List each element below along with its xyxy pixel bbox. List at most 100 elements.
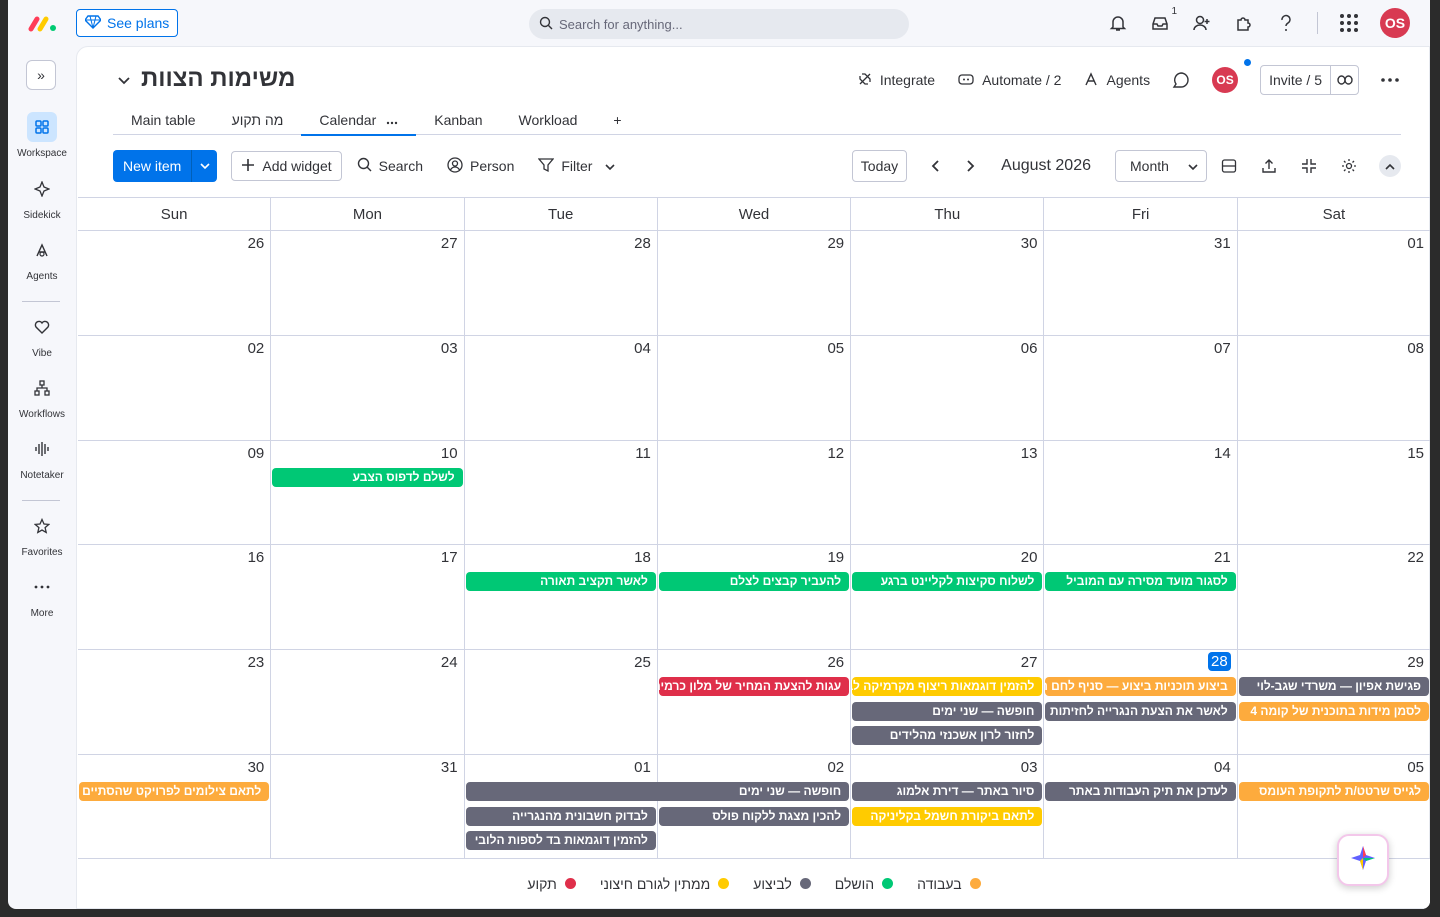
calendar-day-cell[interactable]: 06 [851,335,1045,441]
calendar-event[interactable]: להזמין דוגמאות בד לספות הלובי [465,831,656,850]
sidekick-assistant-button[interactable] [1337,834,1389,886]
sidebar-item-sidekick[interactable]: Sidekick [8,174,76,221]
user-avatar[interactable]: OS [1380,8,1410,38]
calendar-event[interactable]: חופשה — שני ימים [465,782,850,801]
more-options-icon[interactable] [1381,78,1399,82]
sidebar-item-workflows[interactable]: Workflows [8,373,76,420]
copy-link-icon[interactable] [1330,66,1358,94]
tab-options-icon[interactable] [386,112,398,128]
calendar-day-cell[interactable]: 09 [78,440,272,546]
calendar-day-cell[interactable]: 16 [78,545,272,651]
calendar-day-cell[interactable]: 03 [271,335,465,441]
global-search-input[interactable]: Search for anything... [529,9,909,39]
calendar-event[interactable]: ביצוע תוכניות ביצוע — סניף לחם הארץ [1045,677,1236,697]
calendar-day-cell[interactable]: 22 [1237,545,1430,651]
calendar-event[interactable]: סיור באתר — דירת אלמוג [852,782,1043,801]
chevron-right-icon[interactable] [953,160,989,172]
calendar-day-cell[interactable]: 21 [1044,545,1238,651]
tab-calendar[interactable]: Calendar [301,105,417,136]
calendar-day-cell[interactable]: 12 [657,440,852,546]
calendar-event[interactable]: לחזור לרון אשכנזי מהלידים [852,726,1043,746]
updates-chat-icon[interactable] [1172,71,1190,89]
view-mode-select[interactable]: Month [1115,150,1207,182]
calendar-event[interactable]: לשלוח סקיצות לקליינט ברגע [852,572,1043,592]
expand-sidebar-button[interactable]: » [26,60,56,90]
calendar-day-cell[interactable]: 24 [271,650,465,755]
calendar-event[interactable]: לתאם ביקורת חשמל בקליניקה [852,806,1043,826]
automate-button[interactable]: Automate / 2 [957,72,1061,89]
calendar-day-cell[interactable]: 08 [1237,335,1430,441]
calendar-day-cell[interactable]: 25 [464,650,658,755]
app-grid-icon[interactable] [1338,12,1360,34]
calendar-event[interactable]: לאשר תקציב תאורה [465,572,656,592]
calendar-day-cell[interactable]: 05 [1237,754,1430,860]
chevron-left-icon[interactable] [917,160,953,172]
bell-icon[interactable] [1107,12,1129,34]
calendar-day-cell[interactable]: 01 [1237,231,1430,336]
sidebar-item-notetaker[interactable]: Notetaker [8,434,76,481]
tab-workload[interactable]: Workload [501,105,596,135]
calendar-day-cell[interactable]: 02 [78,335,272,441]
calendar-event[interactable]: לסגור מועד מסירה עם המוביל [1045,572,1236,592]
calendar-day-cell[interactable]: 31 [271,754,465,860]
sidebar-item-more[interactable]: More [8,572,76,619]
invite-member-icon[interactable] [1191,12,1213,34]
add-widget-button[interactable]: Add widget [231,151,342,181]
calendar-day-cell[interactable]: 10 [271,440,465,546]
board-owner-avatar[interactable]: OS [1212,59,1252,93]
layout-icon[interactable] [1209,158,1249,174]
calendar-day-cell[interactable]: 07 [1044,335,1238,441]
calendar-day-cell[interactable]: 04 [464,335,658,441]
chevron-down-icon[interactable] [191,150,217,182]
collapse-view-icon[interactable] [1289,158,1329,174]
calendar-day-cell[interactable]: 04 [1044,754,1238,860]
help-icon[interactable] [1275,12,1297,34]
agents-button[interactable]: Agents [1083,71,1150,90]
calendar-event[interactable]: פגישת אפיון — משרדי שגב-לוי [1238,677,1429,697]
monday-logo-icon[interactable] [28,12,58,34]
sidebar-item-favorites[interactable]: Favorites [8,511,76,558]
calendar-event[interactable]: לגייס שרטט/ת לתקופת העומס [1238,782,1429,801]
calendar-day-cell[interactable]: 05 [657,335,852,441]
calendar-day-cell[interactable]: 30 [78,754,272,860]
calendar-event[interactable]: לתאם צילומים לפרויקט שהסתיים [79,782,270,801]
calendar-day-cell[interactable]: 14 [1044,440,1238,546]
add-view-button[interactable]: + [595,105,639,135]
today-button[interactable]: Today [851,150,908,182]
calendar-day-cell[interactable]: 26 [78,231,272,336]
see-plans-button[interactable]: See plans [76,9,179,37]
search-button[interactable]: Search [348,151,432,181]
new-item-button[interactable]: New item [113,150,218,182]
calendar-day-cell[interactable]: 18 [464,545,658,651]
sidebar-item-agents[interactable]: Agents [8,235,76,282]
tab-stuck[interactable]: מה תקוע [214,105,302,135]
calendar-day-cell[interactable]: 26 [657,650,852,755]
tab-kanban[interactable]: Kanban [416,105,500,135]
calendar-event[interactable]: לסמן מידות בתוכנית של קומה 4 [1238,701,1429,721]
calendar-event[interactable]: לשלם לדפוס הצבע [272,467,463,487]
calendar-day-cell[interactable]: 28 [464,231,658,336]
sidebar-item-vibe[interactable]: Vibe [8,312,76,359]
export-icon[interactable] [1249,158,1289,174]
inbox-icon[interactable]: 1 [1149,6,1177,34]
calendar-event[interactable]: חופשה — שני ימים [852,701,1043,721]
filter-button[interactable]: Filter [529,151,624,181]
calendar-event[interactable]: להעביר קבצים לצלם [658,572,850,592]
calendar-event[interactable]: להזמין דוגמאות ריצוף מקרמיקה לבנה [852,677,1043,697]
board-title[interactable]: משימות הצוות [117,65,295,93]
calendar-day-cell[interactable]: 31 [1044,231,1238,336]
calendar-day-cell[interactable]: 11 [464,440,658,546]
calendar-event[interactable]: לעדכן את תיק העבודות באתר [1045,782,1236,801]
settings-gear-icon[interactable] [1329,158,1369,174]
calendar-day-cell[interactable]: 20 [851,545,1045,651]
calendar-event[interactable]: עגות להצעת המחיר של מלון כרמים [658,677,850,697]
calendar-event[interactable]: לבדוק חשבונית מהנגרייה [465,806,656,826]
calendar-day-cell[interactable]: 23 [78,650,272,755]
sidebar-item-workspace[interactable]: Workspace [8,112,76,159]
calendar-day-cell[interactable]: 29 [657,231,852,336]
tab-main-table[interactable]: Main table [113,105,214,135]
invite-button[interactable]: Invite / 5 [1260,65,1359,95]
calendar-day-cell[interactable]: 30 [851,231,1045,336]
apps-puzzle-icon[interactable] [1233,12,1255,34]
calendar-day-cell[interactable]: 19 [657,545,852,651]
